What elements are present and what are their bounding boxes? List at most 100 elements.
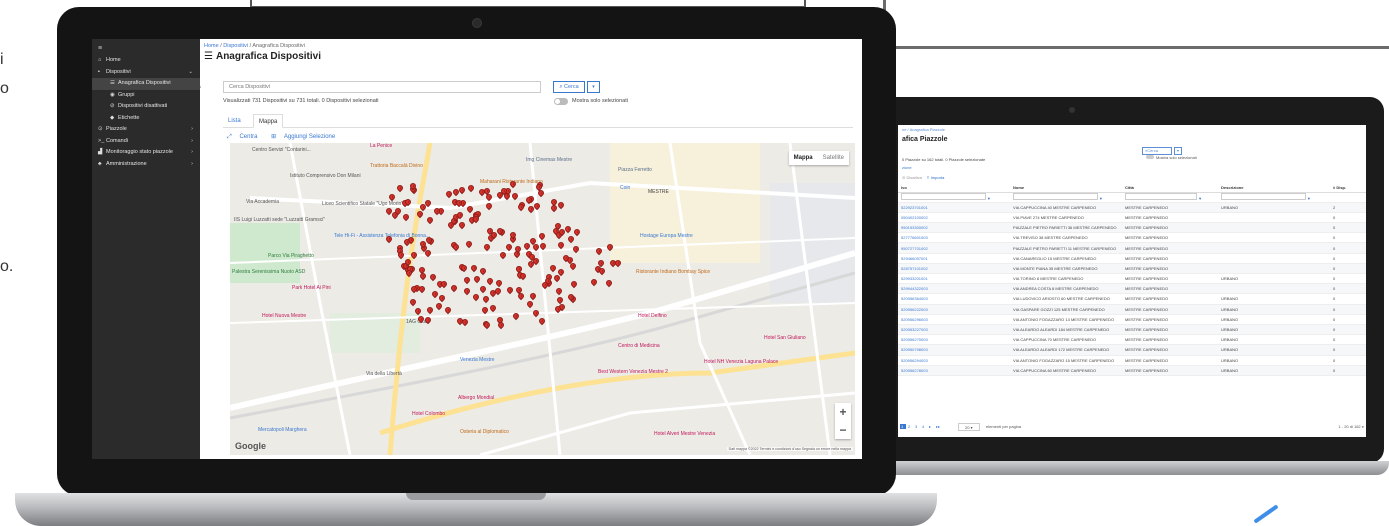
show-selected-toggle[interactable] [554,98,568,105]
sidebar-item[interactable]: ⊙ Piazzole › [92,124,200,136]
table-row[interactable]: 528757101002 VIA MONTE PIANA 35 MESTRE CA… [898,263,1366,275]
filter-icon[interactable]: ▼ [1307,196,1311,201]
devices-map[interactable]: Centro Servizi "Contarini... Trattoria Ba… [230,143,855,455]
map-place-label[interactable]: Hotel Nuova Mestre [262,313,306,319]
tab-mappa[interactable]: Mappa [253,114,284,128]
table-row[interactable]: 529933201001 VIA TORINO 8 MESTRE CARPENED… [898,273,1366,285]
table-row[interactable]: 527776601003 VIA TREVISO 38 MESTRE CARPEN… [898,232,1366,244]
table-row[interactable]: 520956222003 VIA GASPARE GOZZI 125 MESTRE… [898,304,1366,315]
column-header[interactable]: # Disp. [1330,183,1366,193]
search-input[interactable]: Cerca Dispositivi [223,81,541,93]
page-button[interactable]: 2 [907,424,913,429]
table-cell[interactable]: 527776601003 [898,232,1010,244]
map-place-label[interactable]: Park Hotel Ai Pini [292,285,331,291]
zoom-out-button[interactable]: − [835,421,851,439]
disable-button[interactable]: ⊘ Disattiva [902,175,922,180]
map-place-label[interactable]: Liceo Scientifico Statale "Ugo Morin" [322,201,403,207]
tab-link[interactable]: zione [898,163,1366,172]
map-place-label[interactable]: Mercatopoli Marghera [258,427,307,433]
page-button[interactable]: 1 [900,424,906,429]
map-place-label[interactable]: MESTRE [648,189,669,195]
table-row[interactable]: 950153300002 PIAZZALE PIETRO PARIETTI 36 … [898,222,1366,234]
sidebar-item[interactable]: ☰ Anagrafica Dispositivi [92,78,200,90]
center-button[interactable]: ⤢ Centra [227,134,263,140]
column-header[interactable]: Descrizione [1218,183,1330,193]
table-cell[interactable]: 520956278003 [898,365,1010,376]
column-header[interactable]: Nome [1010,183,1122,193]
table-cell[interactable]: 520950798003 [898,344,1010,356]
table-row[interactable]: 520956364003 VIA LUDOVICO ARIOSTO 60 MEST… [898,293,1366,305]
table-cell[interactable]: 520956364003 [898,293,1010,305]
map-place-label[interactable]: Parco Via Piraghetto [268,253,314,259]
column-filter[interactable]: ▼ [1010,192,1122,203]
table-cell[interactable]: 529933201001 [898,273,1010,285]
map-place-label[interactable]: Palestra Serenissima Nuoto ASD [232,269,305,275]
page-button[interactable]: 4 [921,424,927,429]
zoom-in-button[interactable]: + [835,403,851,421]
sidebar-item[interactable]: ▪ Dispositivi ⌄ [92,67,200,79]
map-place-label[interactable]: Hotel Colombo [412,411,445,417]
search-button[interactable]: ⌕ Cerca [553,81,585,93]
collapse-sidebar-icon[interactable]: » [197,84,207,91]
map-place-label[interactable]: Osteria al Diplomatico [460,429,509,435]
add-selection-button[interactable]: ⊞ Aggiungi Selezione [271,134,341,140]
map-place-label[interactable]: Ristorante Indiano Bombay Spice [636,269,710,275]
map-type-mappa[interactable]: Mappa [789,155,818,161]
table-cell[interactable]: 050402100002 [898,212,1010,224]
sidebar-item[interactable]: ▟ Monitoraggio stato piazzole › [92,147,200,159]
table-row[interactable]: 520953227003 VIA ALEARDO ALEARDI 184 MEST… [898,324,1366,336]
table-cell[interactable]: 529466057001 [898,253,1010,264]
breadcrumb[interactable]: ne / Anagrafica Piazzole [898,125,1366,134]
show-selected-toggle[interactable] [1146,155,1154,159]
column-filter[interactable]: ▼ [1218,192,1330,203]
hamburger-icon[interactable]: ≡ [92,39,200,55]
page-button[interactable]: 3 [914,424,920,429]
page-button[interactable]: ▸ [928,424,934,429]
table-row[interactable]: 529944322003 VIA ANDREA COSTA 8 MESTRE CA… [898,283,1366,295]
map-place-label[interactable]: IIS Luigi Luzzatti sede "Luzzatti Gramsc… [234,217,325,223]
import-button[interactable]: ⇪ Importa [926,175,944,180]
map-place-label[interactable]: Piazza Ferretto [618,167,652,173]
column-filter[interactable]: ▼ [1122,192,1218,203]
filter-icon[interactable]: ▼ [1099,196,1103,201]
map-place-label[interactable]: Centro di Medicina [618,343,660,349]
map-place-label[interactable]: Trattoria Baccalà Divino [370,163,423,169]
table-row[interactable]: 520950798003 VIA ALEARDO ALEARDI 172 MEST… [898,344,1366,356]
map-place-label[interactable]: Coin [620,185,630,191]
filter-icon[interactable]: ▼ [1198,196,1202,201]
sidebar-item[interactable]: ♣ Amministrazione › [92,159,200,171]
page-button[interactable]: ▸▸ [935,424,941,429]
sidebar-item[interactable]: ◉ Gruppi [92,90,200,102]
table-row[interactable]: 520956270003 VIA CAPPUCCINA 70 MESTRE CAR… [898,334,1366,346]
map-place-label[interactable]: Centro Servizi "Contarini... [252,147,311,153]
sidebar-item[interactable]: >_ Comandi › [92,136,200,148]
map-place-label[interactable]: Venezia Mestre [460,357,494,363]
table-row[interactable]: 950727701002 PIAZZALE PIETRO PARIETTI 11 … [898,242,1366,254]
table-row[interactable]: 520956294003 VIA ANTONIO FOGAZZARO 15 MES… [898,355,1366,366]
map-place-label[interactable]: Tele Hi-Fi - Assistenza Telefonia di Bon… [334,233,430,239]
table-cell[interactable]: 528757101002 [898,263,1010,275]
table-cell[interactable]: 520956222003 [898,304,1010,315]
table-row[interactable]: 522923701001 VIA CAPPUCCINA 40 MESTRE CAR… [898,202,1366,213]
table-cell[interactable]: 950153300002 [898,222,1010,234]
table-cell[interactable]: 520956294003 [898,355,1010,366]
map-place-label[interactable]: Via della Libertà [366,371,402,377]
map-place-label[interactable]: Best Western Venezia Mestre 2 [598,369,668,375]
map-place-label[interactable]: Img Cinemas Mestre [526,157,572,163]
breadcrumb-dispositivi[interactable]: Dispositivi [223,43,248,49]
table-cell[interactable]: 522923701001 [898,202,1010,213]
table-cell[interactable]: 520953227003 [898,324,1010,336]
table-cell[interactable]: 520956270003 [898,334,1010,346]
page-size-select[interactable]: 20 ▾ [958,423,980,431]
map-place-label[interactable]: Hotel Delfino [638,313,667,319]
column-header[interactable]: Città [1122,183,1218,193]
tab-lista[interactable]: Lista [223,114,246,128]
search-options-caret[interactable]: ▾ [1174,147,1182,155]
table-row[interactable]: 520956296003 VIA ANTONIO FOGAZZARO 13 MES… [898,314,1366,325]
breadcrumb-home[interactable]: Home [204,43,219,49]
sidebar-item[interactable]: ◆ Etichette [92,113,200,125]
search-button[interactable]: ⌕Cerca [1142,147,1172,155]
map-place-label[interactable]: Hotel NH Venezia Laguna Palace [704,359,778,365]
map-place-label[interactable]: Hotel San Giuliano [764,335,806,341]
map-place-label[interactable]: Via Accademia [246,199,279,205]
